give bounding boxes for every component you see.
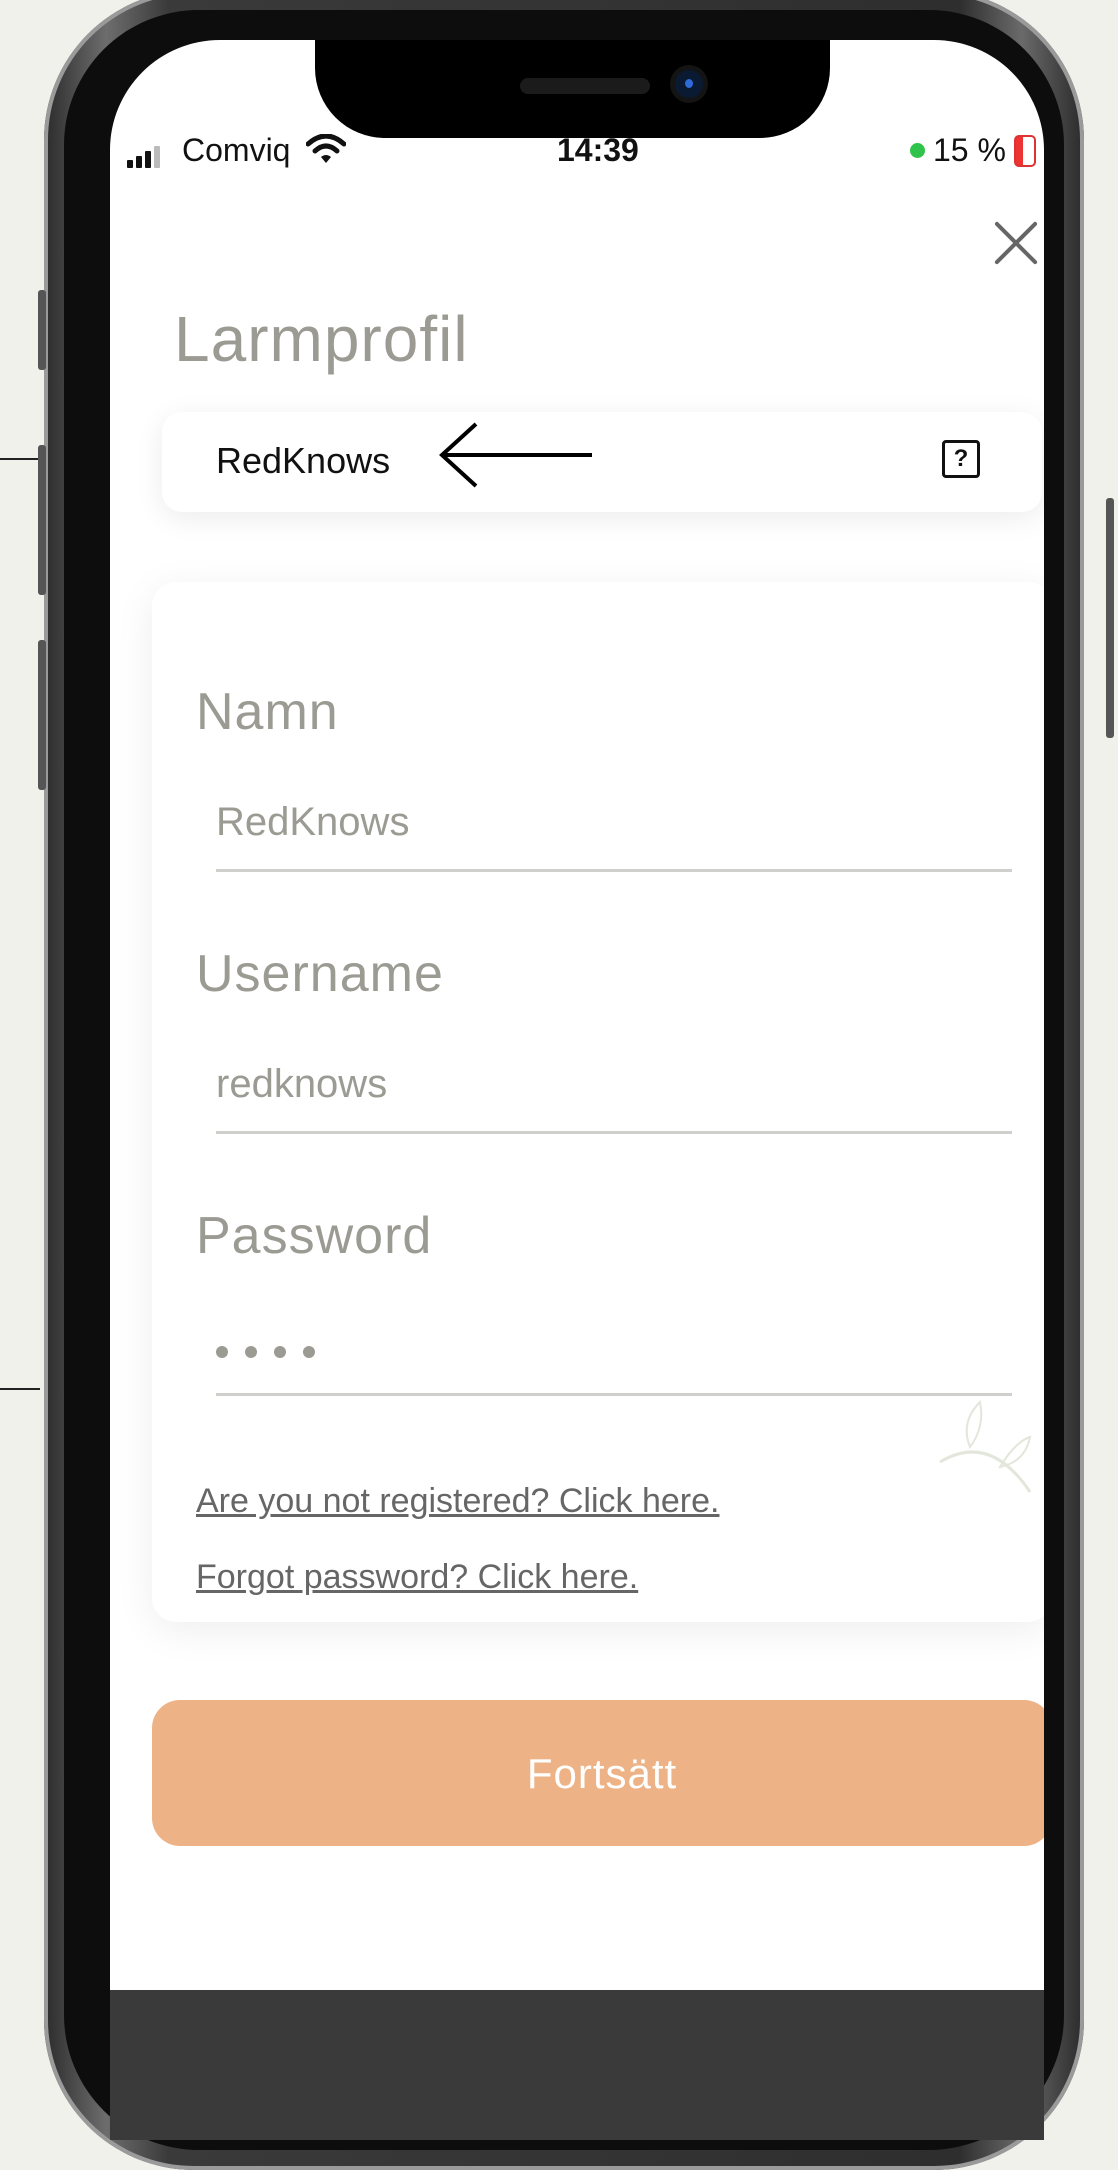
username-label: Username <box>196 945 444 1003</box>
speaker <box>520 78 650 94</box>
close-icon[interactable] <box>992 218 1042 268</box>
battery-icon <box>1013 134 1036 167</box>
help-icon[interactable]: ? <box>942 440 980 478</box>
continue-button[interactable]: Fortsätt <box>152 1700 1044 1846</box>
password-underline <box>216 1393 1012 1396</box>
screen: Comviq 14:39 15 % Larmprofil RedKnows ? <box>110 40 1044 2140</box>
profile-card[interactable]: RedKnows ? <box>162 412 1042 512</box>
annotation-line-bottom <box>0 1388 40 1390</box>
power-button <box>1106 498 1114 738</box>
mute-switch <box>38 290 46 370</box>
bottom-bar <box>110 1990 1044 2140</box>
leaf-icon <box>930 1392 1040 1507</box>
username-underline <box>216 1131 1012 1134</box>
wifi-icon <box>305 133 347 172</box>
profile-name: RedKnows <box>216 440 391 481</box>
annotation-line-top <box>0 458 40 460</box>
password-field[interactable] <box>216 1346 315 1358</box>
register-link[interactable]: Are you not registered? Click here. <box>196 1482 719 1521</box>
name-underline <box>216 869 1012 872</box>
name-label: Namn <box>196 683 339 741</box>
signal-icon <box>127 146 160 168</box>
battery-status: 15 % <box>910 132 1036 169</box>
notch <box>315 40 830 138</box>
carrier-label: Comviq <box>182 132 291 168</box>
battery-percent: 15 % <box>933 132 1006 168</box>
battery-dot-icon <box>910 143 925 158</box>
name-field[interactable]: RedKnows <box>216 800 409 845</box>
volume-down-button <box>38 640 46 790</box>
page-title: Larmprofil <box>174 303 469 375</box>
back-arrow-icon <box>436 420 596 495</box>
username-field[interactable]: redknows <box>216 1062 387 1107</box>
camera <box>675 70 703 98</box>
password-label: Password <box>196 1207 433 1265</box>
login-form: Namn RedKnows Username redknows Password… <box>152 582 1044 1622</box>
volume-up-button <box>38 445 46 595</box>
forgot-password-link[interactable]: Forgot password? Click here. <box>196 1558 638 1597</box>
